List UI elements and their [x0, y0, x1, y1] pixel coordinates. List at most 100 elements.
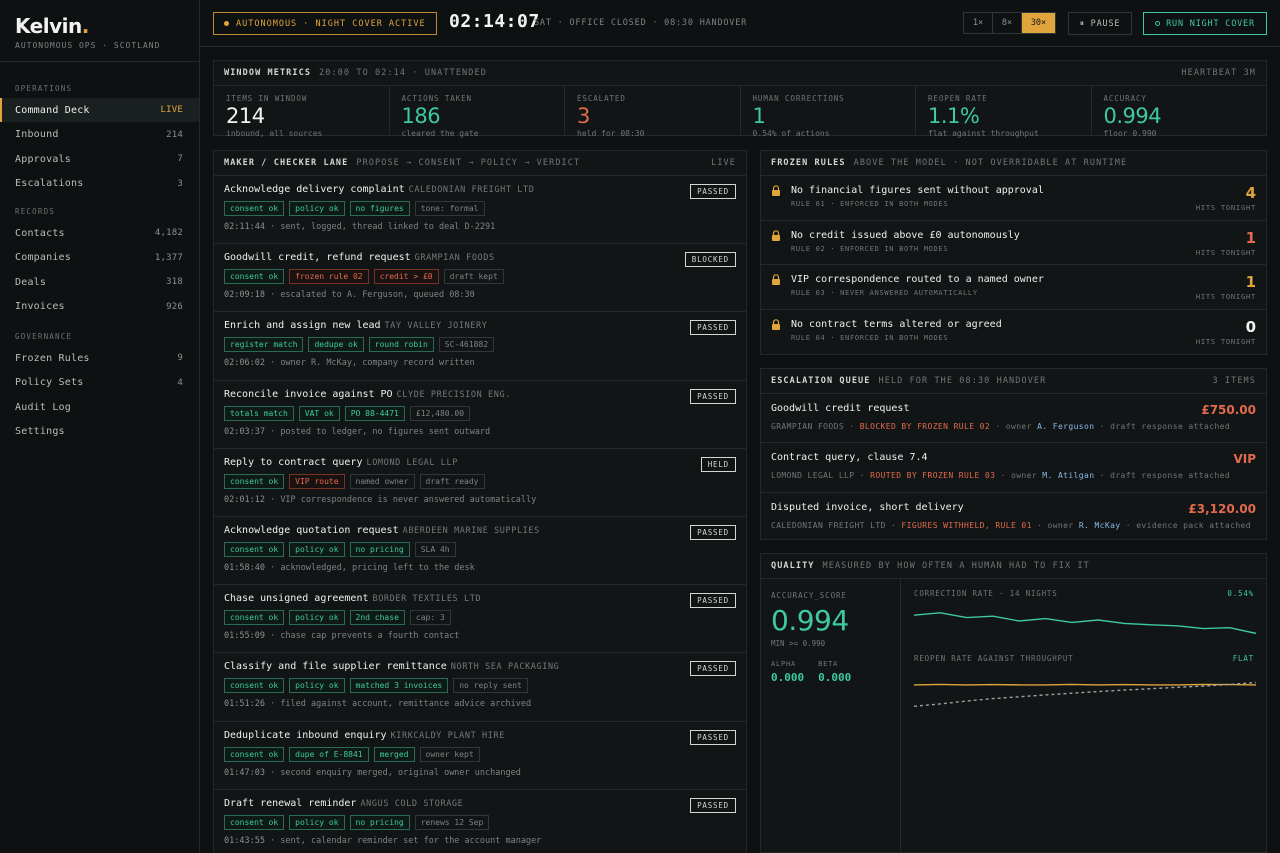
escalation-amount: VIP	[1233, 452, 1256, 467]
sidebar-item-audit-log[interactable]: Audit Log	[0, 395, 199, 419]
card-title: Classify and file supplier remittance	[224, 661, 447, 673]
frozen-rule[interactable]: No credit issued above £0 autonomously RU…	[761, 221, 1266, 266]
live-indicator: LIVE	[711, 158, 736, 168]
beta-label: BETA	[818, 660, 839, 668]
verdict-badge: PASSED	[690, 388, 736, 404]
lane-card[interactable]: Acknowledge quotation request ABERDEEN MA…	[214, 517, 746, 586]
escalation-owner[interactable]: A. Ferguson	[1037, 422, 1094, 431]
sidebar-item-label: Deals	[15, 276, 47, 288]
speed-1x-button[interactable]: 1×	[964, 13, 993, 33]
detail-separator: ·	[1094, 471, 1111, 481]
sidebar-item-settings[interactable]: Settings	[0, 420, 199, 444]
panel-title: QUALITY	[771, 561, 815, 571]
escalation-item[interactable]: Goodwill credit request £750.00 GRAMPIAN F…	[761, 394, 1266, 444]
rule-subtext: RULE 01 · ENFORCED IN BOTH MODES	[791, 200, 949, 208]
top-bar: AUTONOMOUS · NIGHT COVER ACTIVE 02:14:07…	[200, 0, 1280, 47]
card-company: ABERDEEN MARINE SUPPLIES	[402, 525, 540, 536]
metric-subtext: cleared the gate	[401, 129, 479, 138]
log-separator: ·	[264, 767, 281, 778]
sidebar-item-command-deck[interactable]: Command Deck LIVE	[0, 98, 199, 122]
rule-text: No contract terms altered or agreed	[791, 319, 1002, 331]
metric-value: 0.994	[1103, 104, 1162, 128]
sidebar-item-count: 7	[177, 154, 183, 164]
correction-chart-value: 0.54%	[1227, 589, 1254, 598]
lane-card[interactable]: Reconcile invoice against PO CLYDE PRECIS…	[214, 381, 746, 449]
check-tag: consent ok	[224, 678, 285, 694]
sidebar-item-frozen-rules[interactable]: Frozen Rules 9	[0, 346, 199, 370]
speed-selector: 1× 8× 30×	[963, 12, 1056, 34]
check-tag: no pricing	[349, 541, 410, 557]
sidebar-item-count: 1,377	[154, 252, 183, 263]
escalation-item[interactable]: Disputed invoice, short delivery £3,120.0…	[761, 493, 1266, 542]
card-title-row: Reconcile invoice against PO CLYDE PRECIS…	[224, 389, 736, 400]
sidebar-item-count: 926	[166, 301, 183, 312]
escalation-item[interactable]: Contract query, clause 7.4 VIP LOMOND LEGA…	[761, 443, 1266, 493]
sidebar-item-label: Contacts	[15, 227, 65, 239]
lane-card[interactable]: Classify and file supplier remittance NOR…	[214, 653, 746, 722]
card-log: 01:47:03 · second enquiry merged, origin…	[224, 768, 736, 778]
check-tag: owner kept	[419, 746, 480, 762]
card-title-row: Enrich and assign new lead TAY VALLEY JOI…	[224, 320, 736, 331]
card-log: 02:01:12 · VIP correspondence is never a…	[224, 495, 736, 505]
run-night-cover-button[interactable]: RUN NIGHT COVER	[1143, 12, 1267, 35]
sidebar-item-policy-sets[interactable]: Policy Sets 4	[0, 371, 199, 395]
sidebar-item-deals[interactable]: Deals 318	[0, 270, 199, 294]
sidebar-item-approvals[interactable]: Approvals 7	[0, 147, 199, 171]
check-tag: policy ok	[289, 678, 345, 694]
lane-card[interactable]: Deduplicate inbound enquiry KIRKCALDY PLA…	[214, 722, 746, 790]
frozen-rule[interactable]: No contract terms altered or agreed RULE …	[761, 310, 1266, 355]
metric-card: ACTIONS TAKEN 186 cleared the gate	[390, 86, 565, 138]
frozen-rule[interactable]: VIP correspondence routed to a named own…	[761, 265, 1266, 311]
frozen-rule[interactable]: No financial figures sent without approv…	[761, 176, 1266, 221]
hits-label: HITS TONIGHT	[1195, 293, 1256, 302]
metric-label: ITEMS IN WINDOW	[226, 94, 308, 103]
card-log: 01:43:55 · sent, calendar reminder set f…	[224, 836, 736, 846]
sidebar-item-escalations[interactable]: Escalations 3	[0, 172, 199, 196]
lane-card[interactable]: Enrich and assign new lead TAY VALLEY JOI…	[214, 312, 746, 381]
maker-checker-lane: MAKER / CHECKER LANE PROPOSE → CONSENT →…	[213, 150, 747, 853]
card-title-row: Chase unsigned agreement BORDER TEXTILES …	[224, 593, 736, 604]
lane-card[interactable]: Goodwill credit, refund request GRAMPIAN …	[214, 244, 746, 313]
check-tag: no figures	[349, 201, 410, 216]
status-dot-icon	[224, 21, 229, 26]
sidebar-item-companies[interactable]: Companies 1,377	[0, 246, 199, 270]
metric-card: HUMAN CORRECTIONS 1 0.54% of actions	[741, 86, 916, 138]
escalation-owner[interactable]: M. Atilgan	[1042, 471, 1094, 480]
item-count: 3 ITEMS	[1212, 376, 1256, 386]
card-company: LOMOND LEGAL LLP	[366, 457, 458, 468]
sidebar-item-contacts[interactable]: Contacts 4,182	[0, 221, 199, 245]
metric-subtext: held for 08:30	[577, 129, 645, 138]
lane-card[interactable]: Acknowledge delivery complaint CALEDONIAN…	[214, 176, 746, 245]
pause-button[interactable]: ⏸ PAUSE	[1068, 12, 1132, 35]
divider	[0, 61, 199, 62]
lane-card[interactable]: Draft renewal reminder ANGUS COLD STORAGE…	[214, 790, 746, 853]
card-title-row: Draft renewal reminder ANGUS COLD STORAGE	[224, 798, 736, 809]
sidebar-item-invoices[interactable]: Invoices 926	[0, 295, 199, 319]
brand-logo: Kelvin.	[15, 14, 89, 38]
card-company: ANGUS COLD STORAGE	[360, 798, 464, 809]
check-tag: £12,480.00	[409, 405, 471, 421]
detail-separator: ·	[854, 471, 871, 481]
escalation-owner[interactable]: R. McKay	[1079, 521, 1121, 530]
check-tag: consent ok	[224, 473, 285, 489]
lane-card[interactable]: Chase unsigned agreement BORDER TEXTILES …	[214, 585, 746, 654]
metric-subtext: floor 0.990	[1103, 129, 1157, 138]
panel-title: WINDOW METRICS	[224, 68, 312, 78]
card-log-text: escalated to A. Ferguson, queued 08:30	[280, 290, 475, 301]
check-tag: 2nd chase	[349, 610, 405, 626]
nav-section-label: GOVERNANCE	[15, 332, 73, 341]
escalation-note: draft response attached	[1110, 471, 1231, 481]
clock: 02:14:07	[449, 11, 540, 32]
speed-30x-button[interactable]: 30×	[1022, 13, 1055, 33]
sidebar-item-label: Invoices	[15, 301, 65, 312]
card-title: Reconcile invoice against PO	[224, 388, 393, 400]
lane-card[interactable]: Reply to contract query LOMOND LEGAL LLP H…	[214, 449, 746, 517]
panel-title: ESCALATION QUEUE	[771, 376, 871, 386]
check-tag: totals match	[224, 405, 294, 421]
card-title: Enrich and assign new lead	[224, 320, 381, 332]
autonomous-status-badge: AUTONOMOUS · NIGHT COVER ACTIVE	[213, 12, 437, 35]
alpha-value: 0.000	[771, 671, 805, 684]
check-tag: tone: formal	[414, 201, 485, 216]
sidebar-item-inbound[interactable]: Inbound 214	[0, 123, 199, 147]
speed-8x-button[interactable]: 8×	[993, 13, 1022, 33]
